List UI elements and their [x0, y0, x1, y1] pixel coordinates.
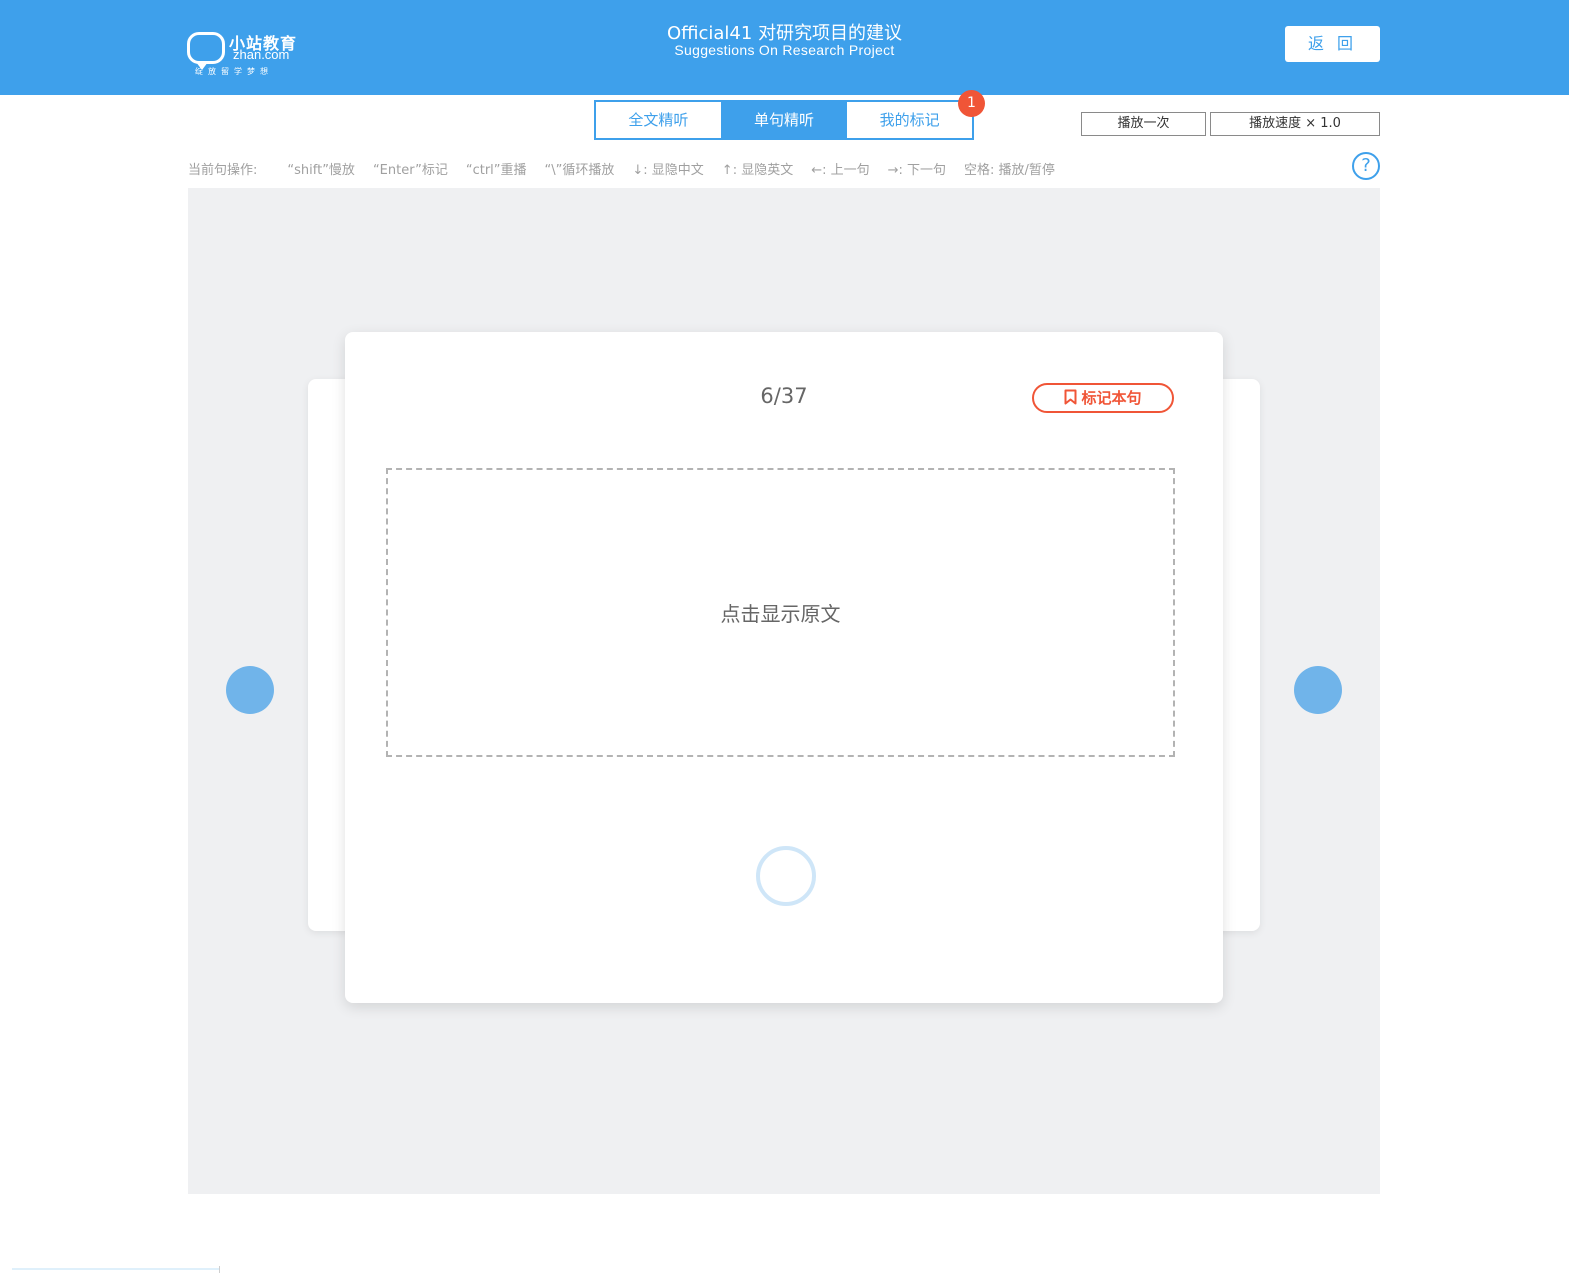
shortcut-hints: 当前句操作: “shift”慢放 “Enter”标记 “ctrl”重播 “\”循…	[188, 159, 1073, 179]
hint-right: →: 下一句	[887, 163, 947, 178]
question-circle-icon[interactable]: ?	[1352, 152, 1380, 180]
tab-my-marks[interactable]: 我的标记	[846, 102, 973, 138]
shortcut-hints-label: 当前句操作:	[188, 163, 258, 178]
tab-single-sentence[interactable]: 单句精听	[720, 102, 847, 138]
hint-ctrl: “ctrl”重播	[465, 163, 527, 178]
mode-tabs: 全文精听 单句精听 我的标记	[594, 100, 974, 140]
bookmark-icon	[1064, 389, 1077, 405]
next-sentence-button[interactable]	[1294, 666, 1342, 714]
footer-tick	[219, 1266, 220, 1273]
hint-left: ←: 上一句	[811, 163, 870, 178]
hint-backslash: “\”循环播放	[544, 163, 615, 178]
hint-down: ↓: 显隐中文	[632, 163, 704, 178]
back-button[interactable]: 返 回	[1285, 26, 1380, 62]
reveal-text-area[interactable]: 点击显示原文	[386, 468, 1175, 757]
playback-speed-select[interactable]: 播放速度 × 1.0	[1210, 112, 1380, 136]
mark-sentence-button[interactable]: 标记本句	[1032, 383, 1174, 413]
top-bar: 小站教育 zhan.com 绽放留学梦想 Official41 对研究项目的建议…	[0, 0, 1569, 95]
reveal-text-label: 点击显示原文	[720, 602, 841, 626]
sentence-card: 6/37 标记本句 点击显示原文	[345, 332, 1223, 1003]
play-button[interactable]	[756, 846, 816, 906]
sentence-stage: 6/37 标记本句 点击显示原文	[188, 188, 1380, 1194]
logo-slogan: 绽放留学梦想	[195, 67, 273, 76]
mark-sentence-label: 标记本句	[1081, 389, 1142, 407]
hint-enter: “Enter”标记	[372, 163, 448, 178]
footer-divider	[12, 1268, 220, 1270]
tab-full-text[interactable]: 全文精听	[596, 102, 721, 138]
play-mode-select[interactable]: 播放一次	[1081, 112, 1206, 136]
hint-shift: “shift”慢放	[287, 163, 355, 178]
previous-sentence-button[interactable]	[226, 666, 274, 714]
hint-space: 空格: 播放/暂停	[964, 163, 1055, 178]
marks-count-badge: 1	[958, 90, 985, 117]
hint-up: ↑: 显隐英文	[721, 163, 794, 178]
